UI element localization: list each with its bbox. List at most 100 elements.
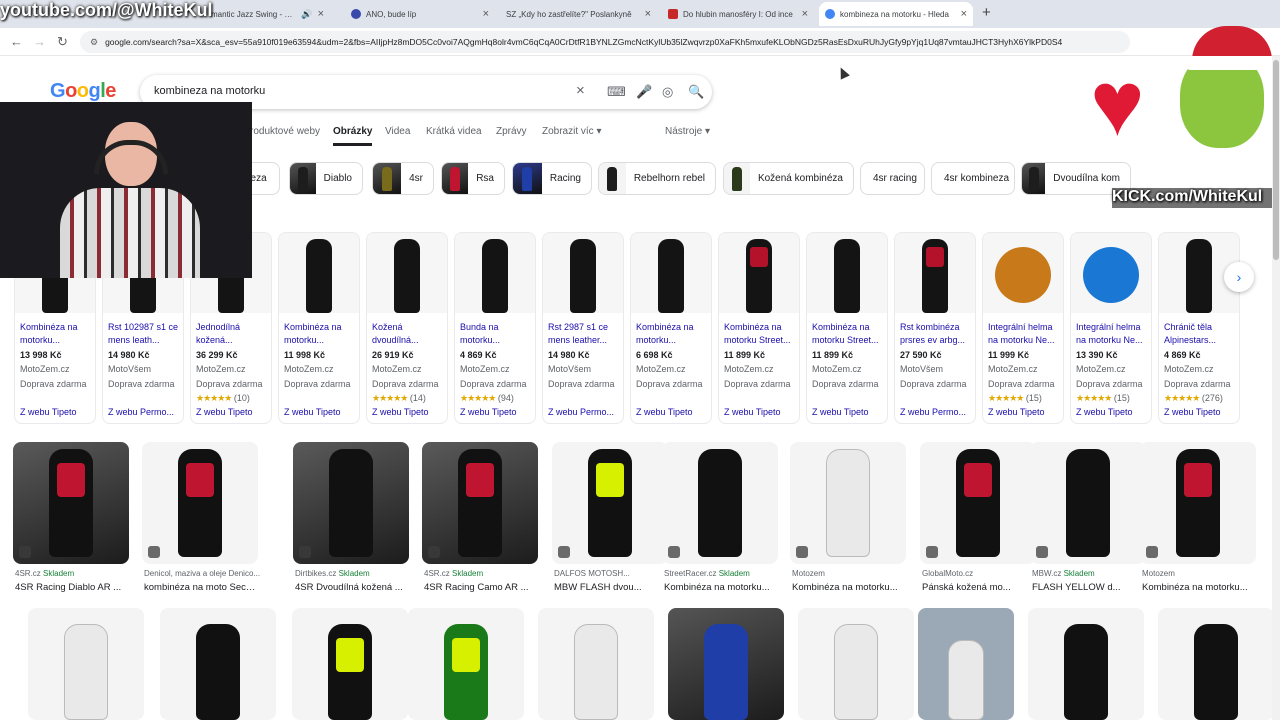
product-source-link[interactable]: Z webu Tipeto bbox=[812, 407, 869, 417]
product-source-link[interactable]: Z webu Tipeto bbox=[988, 407, 1045, 417]
search-icon[interactable]: 🔍 bbox=[688, 84, 704, 100]
image-result[interactable] bbox=[28, 608, 144, 720]
browser-tab[interactable]: mantic Jazz Swing - 193 🔊 × bbox=[205, 2, 330, 26]
tab-news[interactable]: Zprávy bbox=[496, 126, 527, 137]
image-source[interactable]: 4SR.cz Skladem bbox=[424, 569, 540, 578]
product-title[interactable]: Kožená dvoudílná... bbox=[372, 321, 446, 347]
product-card[interactable]: Rst kombinéza prsres ev arbg... 27 590 Kč… bbox=[894, 232, 976, 424]
image-result[interactable]: GlobalMoto.cz Pánská kožená mo... bbox=[920, 442, 1036, 593]
image-result[interactable]: Denicol, maziva a oleje Denico... kombin… bbox=[142, 442, 260, 593]
product-card[interactable]: Rst 2987 s1 ce mens leather... 14 980 Kč M… bbox=[542, 232, 624, 424]
product-title[interactable]: Integrální helma na motorku Ne... bbox=[1076, 321, 1150, 347]
product-card[interactable]: Kombinéza na motorku Street... 11 899 Kč M… bbox=[718, 232, 800, 424]
carousel-next-button[interactable]: › bbox=[1224, 262, 1254, 292]
tab-more[interactable]: Zobrazit víc ▾ bbox=[542, 126, 601, 137]
close-icon[interactable]: × bbox=[802, 8, 808, 20]
tab-images[interactable]: Obrázky bbox=[333, 126, 373, 146]
product-title[interactable]: Rst kombinéza prsres ev arbg... bbox=[900, 321, 974, 347]
image-thumbnail[interactable] bbox=[13, 442, 129, 564]
browser-tab[interactable]: ANO, bude líp × bbox=[345, 2, 495, 26]
image-title[interactable]: kombinéza na moto Seca S... bbox=[144, 582, 260, 593]
image-thumbnail[interactable] bbox=[1140, 442, 1256, 564]
product-title[interactable]: Kombinéza na motorku Street... bbox=[724, 321, 798, 347]
tools-button[interactable]: Nástroje ▾ bbox=[665, 126, 710, 142]
product-title[interactable]: Bunda na motorku... bbox=[460, 321, 534, 347]
clear-icon[interactable]: × bbox=[576, 82, 585, 99]
product-source-link[interactable]: Z webu Permo... bbox=[900, 407, 966, 417]
image-source[interactable]: MBW.cz Skladem bbox=[1032, 569, 1148, 578]
product-source-link[interactable]: Z webu Tipeto bbox=[284, 407, 341, 417]
product-source-link[interactable]: Z webu Tipeto bbox=[724, 407, 781, 417]
filter-chip[interactable]: 4sr kombineza bbox=[931, 162, 1015, 195]
image-result[interactable] bbox=[1158, 608, 1274, 720]
tab-videos[interactable]: Videa bbox=[385, 126, 410, 137]
filter-chip[interactable]: 4sr bbox=[372, 162, 434, 195]
image-title[interactable]: Kombinéza na motorku... bbox=[664, 582, 780, 593]
product-title[interactable]: Rst 2987 s1 ce mens leather... bbox=[548, 321, 622, 347]
google-logo[interactable]: Google bbox=[50, 80, 116, 103]
image-source[interactable]: Dirtbikes.cz Skladem bbox=[295, 569, 411, 578]
filter-chip[interactable]: Kožená kombinéza bbox=[723, 162, 854, 195]
image-source[interactable]: DALFOS MOTOSH... bbox=[554, 569, 670, 578]
image-result[interactable]: MBW.cz Skladem FLASH YELLOW d... bbox=[1030, 442, 1148, 593]
image-result[interactable]: 4SR.cz Skladem 4SR Racing Camo AR ... bbox=[422, 442, 540, 593]
product-source-link[interactable]: Z webu Tipeto bbox=[460, 407, 517, 417]
image-thumbnail[interactable] bbox=[920, 442, 1036, 564]
microphone-icon[interactable]: 🎤 bbox=[636, 84, 652, 100]
image-source[interactable]: 4SR.cz Skladem bbox=[15, 569, 131, 578]
filter-chip[interactable]: 4sr racing bbox=[860, 162, 925, 195]
search-input[interactable]: kombineza na motorku bbox=[154, 85, 265, 97]
product-source-link[interactable]: Z webu Tipeto bbox=[1164, 407, 1221, 417]
product-title[interactable]: Chránič těla Alpinestars... bbox=[1164, 321, 1238, 347]
filter-chip[interactable]: Rebelhorn rebel bbox=[598, 162, 716, 195]
close-icon[interactable]: × bbox=[961, 8, 967, 20]
filter-chip[interactable]: Rsa bbox=[441, 162, 505, 195]
filter-chip[interactable]: Diablo bbox=[289, 162, 363, 195]
product-card[interactable]: Integrální helma na motorku Ne... 13 390 … bbox=[1070, 232, 1152, 424]
lens-icon[interactable]: ◎ bbox=[662, 84, 673, 100]
product-title[interactable]: Kombinéza na motorku... bbox=[284, 321, 358, 347]
tab-short-videos[interactable]: Krátká videa bbox=[426, 126, 482, 137]
product-title[interactable]: Kombinéza na motorku Street... bbox=[812, 321, 886, 347]
product-card[interactable]: Kombinéza na motorku... 11 998 Kč MotoZem.… bbox=[278, 232, 360, 424]
image-title[interactable]: 4SR Racing Camo AR ... bbox=[424, 582, 540, 593]
product-source-link[interactable]: Z webu Permo... bbox=[548, 407, 614, 417]
product-source-link[interactable]: Z webu Tipeto bbox=[636, 407, 693, 417]
product-title[interactable]: Rst 102987 s1 ce mens leath... bbox=[108, 321, 182, 347]
image-result[interactable]: Motozem Kombinéza na motorku... bbox=[1140, 442, 1258, 593]
image-result[interactable]: 4SR.cz Skladem 4SR Racing Diablo AR ... bbox=[13, 442, 131, 593]
product-source-link[interactable]: Z webu Tipeto bbox=[372, 407, 429, 417]
image-title[interactable]: 4SR Racing Diablo AR ... bbox=[15, 582, 131, 593]
image-result[interactable]: StreetRacer.cz Skladem Kombinéza na motor… bbox=[662, 442, 780, 593]
image-source[interactable]: StreetRacer.cz Skladem bbox=[664, 569, 780, 578]
reload-icon[interactable]: ↻ bbox=[57, 34, 68, 50]
image-result[interactable] bbox=[668, 608, 784, 720]
product-title[interactable]: Integrální helma na motorku Ne... bbox=[988, 321, 1062, 347]
product-card[interactable]: Kožená dvoudílná... 26 919 Kč MotoZem.cz Do… bbox=[366, 232, 448, 424]
browser-tab[interactable]: SZ „Kdy ho zastřelíte?" Poslankyně × bbox=[500, 2, 657, 26]
image-result[interactable]: Motozem Kombinéza na motorku... bbox=[790, 442, 908, 593]
back-arrow-icon[interactable]: ← bbox=[10, 34, 23, 49]
product-card[interactable]: Kombinéza na motorku Street... 11 899 Kč M… bbox=[806, 232, 888, 424]
speaker-icon[interactable]: 🔊 bbox=[301, 9, 312, 20]
tab-product-sites[interactable]: roduktové weby bbox=[250, 126, 320, 137]
browser-tab-active[interactable]: kombineza na motorku - Hleda × bbox=[819, 2, 973, 26]
product-card[interactable]: Chránič těla Alpinestars... 4 869 Kč MotoZ… bbox=[1158, 232, 1240, 424]
image-title[interactable]: 4SR Dvoudílná kožená ... bbox=[295, 582, 411, 593]
image-title[interactable]: Kombinéza na motorku... bbox=[792, 582, 908, 593]
product-title[interactable]: Kombinéza na motorku... bbox=[636, 321, 710, 347]
scrollbar-thumb[interactable] bbox=[1273, 60, 1279, 260]
image-title[interactable]: Kombinéza na motorku... bbox=[1142, 582, 1258, 593]
image-thumbnail[interactable] bbox=[790, 442, 906, 564]
image-thumbnail[interactable] bbox=[1030, 442, 1146, 564]
image-source[interactable]: Denicol, maziva a oleje Denico... bbox=[144, 569, 260, 578]
image-result[interactable] bbox=[918, 608, 1014, 720]
filter-chip[interactable]: Racing bbox=[512, 162, 592, 195]
url-field[interactable]: ⚙ google.com/search?sa=X&sca_esv=55a910f… bbox=[80, 31, 1130, 53]
forward-arrow-icon[interactable]: → bbox=[33, 34, 46, 49]
product-title[interactable]: Kombinéza na motorku... bbox=[20, 321, 94, 347]
browser-tab[interactable]: Do hlubin manosféry I: Od ince × bbox=[662, 2, 814, 26]
product-source-link[interactable]: Z webu Tipeto bbox=[1076, 407, 1133, 417]
close-icon[interactable]: × bbox=[645, 8, 651, 20]
product-card[interactable]: Kombinéza na motorku... 6 698 Kč MotoZem.c… bbox=[630, 232, 712, 424]
